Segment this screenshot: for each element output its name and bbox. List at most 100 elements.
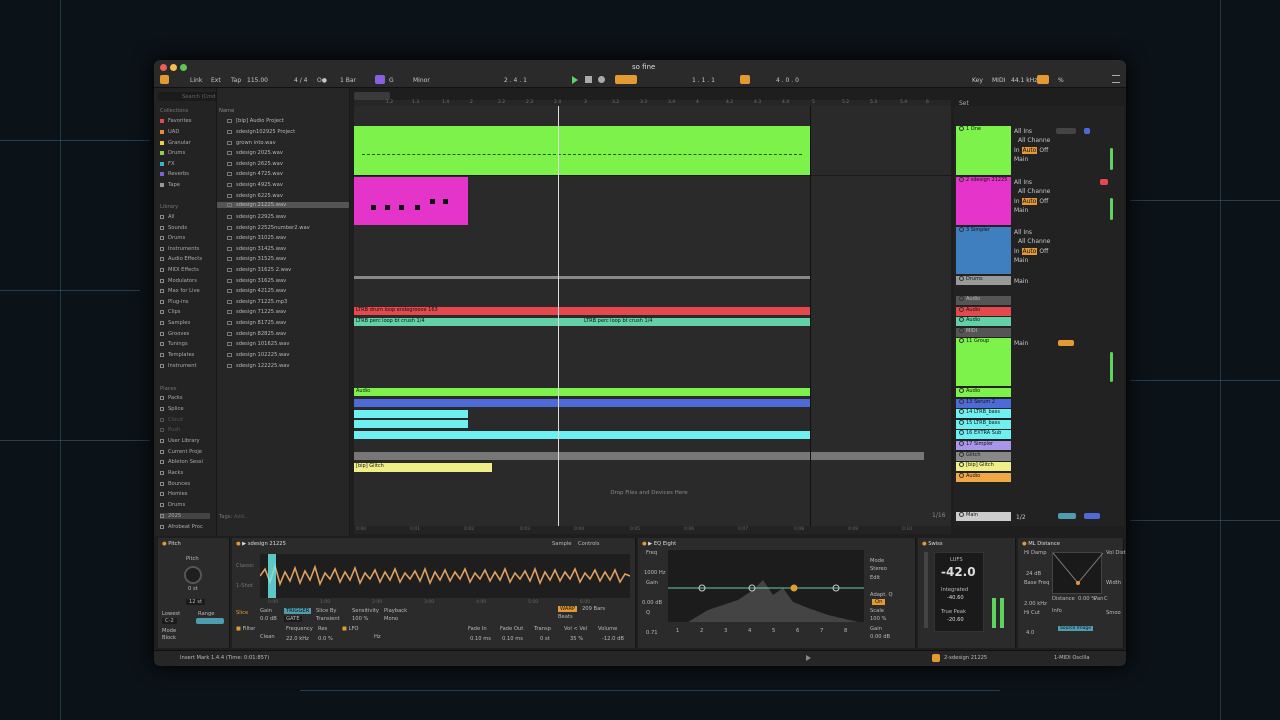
arrangement-view[interactable]: LTRB drum loop endegroove 163 LTRB perc … [354, 106, 951, 526]
scale-value[interactable]: 100 % [870, 616, 886, 622]
monitor-in[interactable]: In Auto Off [1014, 198, 1048, 205]
loop-icon[interactable] [740, 75, 750, 84]
track-header[interactable]: Audio [956, 307, 1011, 316]
play-icon[interactable] [572, 76, 578, 84]
track-header[interactable]: 2 sdesign 21225 [956, 177, 1011, 225]
minimize-icon[interactable] [170, 64, 177, 71]
pan-value[interactable]: C [1104, 596, 1108, 602]
library-item[interactable]: Instruments [160, 246, 199, 252]
track-activator-icon[interactable] [959, 430, 964, 435]
source-image-button[interactable]: Source Image [1058, 626, 1093, 631]
collection-item[interactable]: Granular [160, 140, 191, 146]
places-item[interactable]: Push [160, 427, 180, 433]
slice-by-value[interactable]: Transient [316, 616, 340, 622]
track-activator-icon[interactable] [959, 307, 964, 312]
track-header[interactable]: 13 Serum 2 [956, 399, 1011, 408]
track-activator-icon[interactable] [959, 462, 964, 467]
output-gain-value[interactable]: 0.00 dB [870, 634, 890, 640]
file-item[interactable]: sdesign 101625.wav [227, 341, 290, 347]
edit-label[interactable]: Edit [870, 575, 880, 581]
loop-start[interactable]: 1 . 1 . 1 [692, 77, 715, 84]
file-item[interactable]: sdesign102925 Project [227, 129, 295, 135]
places-item[interactable]: Homies [160, 491, 187, 497]
clip-serum[interactable] [354, 399, 811, 407]
lfo-rate-unit[interactable]: Hz [374, 634, 381, 640]
main-track-header[interactable]: Main [956, 512, 1011, 521]
eq-band-7[interactable]: 7 [820, 628, 823, 634]
places-item[interactable]: Splice [160, 406, 184, 412]
track-header[interactable]: 16 EXTRA Sub [956, 430, 1011, 439]
collection-item[interactable]: Favorites [160, 118, 191, 124]
time-signature[interactable]: 4 / 4 [294, 77, 307, 84]
track-activator-icon[interactable] [959, 512, 964, 517]
track-volume[interactable] [1058, 340, 1074, 346]
file-item[interactable]: sdesign 81725.wav [227, 320, 286, 326]
cue-out-select[interactable]: 1/2 [1016, 514, 1026, 521]
places-item[interactable]: User Library [160, 438, 200, 444]
places-item[interactable]: Current Proje [160, 449, 202, 455]
track-activator-icon[interactable] [959, 441, 964, 446]
file-item[interactable]: sdesign 122225.wav [227, 363, 290, 369]
eq-band-6[interactable]: 6 [796, 628, 799, 634]
warp-button[interactable]: WARP [558, 606, 578, 612]
library-item[interactable]: Templates [160, 352, 194, 358]
volvel-value[interactable]: 35 % [570, 636, 583, 642]
group-fold-icon[interactable] [959, 276, 964, 281]
tags-label[interactable]: Tags: Add... [219, 514, 249, 520]
library-item[interactable]: Instrument [160, 363, 197, 369]
device-power-icon[interactable]: ● [642, 541, 647, 547]
play-clip-icon[interactable] [806, 655, 811, 661]
file-item[interactable]: sdesign 82825.wav [227, 331, 286, 337]
group-drums-bar[interactable] [354, 276, 811, 279]
key-map-button[interactable]: Key [972, 77, 983, 84]
automation-arm-button[interactable] [615, 75, 637, 84]
hi-damp-value[interactable]: 24 dB [1026, 571, 1041, 577]
trigger-button[interactable]: TRIGGER [284, 608, 312, 614]
file-item[interactable]: sdesign 71225.mp3 [227, 299, 287, 305]
stop-icon[interactable] [585, 76, 592, 83]
device-power-icon[interactable]: ● [236, 541, 241, 547]
library-item[interactable]: Sounds [160, 225, 187, 231]
track-activator-icon[interactable] [959, 409, 964, 414]
clip-drum-loop[interactable]: LTRB drum loop endegroove 163 [354, 307, 811, 315]
metronome-button[interactable]: O● [317, 77, 327, 84]
clip-sdesign[interactable] [354, 177, 468, 225]
eq-band-4[interactable]: 4 [748, 628, 751, 634]
channel-select[interactable]: All Channe [1018, 188, 1050, 195]
channel-select[interactable]: All Channe [1018, 137, 1050, 144]
midi-map-button[interactable]: MIDI [992, 77, 1005, 84]
output-select[interactable]: Main [1014, 278, 1028, 285]
library-item[interactable]: MIDI Effects [160, 267, 199, 273]
clip-bass-1[interactable] [354, 410, 468, 418]
clip-extra-sub[interactable] [354, 431, 811, 439]
solo-button[interactable] [1084, 128, 1090, 134]
group-fold-icon[interactable] [959, 338, 964, 343]
classic-mode[interactable]: Classic [236, 563, 254, 569]
output-select[interactable]: Main [1014, 257, 1028, 264]
places-item[interactable]: Bounces [160, 481, 190, 487]
collection-item[interactable]: UAD [160, 129, 179, 135]
output-select[interactable]: Main [1014, 340, 1028, 347]
selected-clip-name[interactable]: 2-sdesign 21225 [944, 655, 987, 661]
res-value[interactable]: 0.0 % [318, 636, 333, 642]
clip-bass-2[interactable] [354, 420, 468, 428]
file-item[interactable]: sdesign 31625 2.wav [227, 267, 291, 273]
gate-button[interactable]: GATE [284, 616, 302, 622]
library-item[interactable]: Plug-ins [160, 299, 188, 305]
overview-scroller[interactable] [354, 92, 390, 100]
pitch-knob[interactable] [184, 566, 202, 584]
library-item[interactable]: Clips [160, 309, 181, 315]
file-item[interactable]: sdesign 22925.wav [227, 214, 286, 220]
track-activator-icon[interactable] [959, 399, 964, 404]
frequency-value[interactable]: 22.0 kHz [286, 636, 309, 642]
fadein-value[interactable]: 0.10 ms [470, 636, 491, 642]
library-item[interactable]: Tunings [160, 341, 188, 347]
track-activator-icon[interactable] [959, 177, 964, 182]
eq-display[interactable] [668, 550, 864, 622]
close-icon[interactable] [160, 64, 167, 71]
q-value[interactable]: 0.71 [646, 630, 658, 636]
file-item[interactable]: sdesign 4925.wav [227, 182, 283, 188]
clip-midi-one[interactable] [354, 126, 811, 175]
library-item[interactable]: Drums [160, 235, 185, 241]
output-select[interactable]: Main [1014, 156, 1028, 163]
